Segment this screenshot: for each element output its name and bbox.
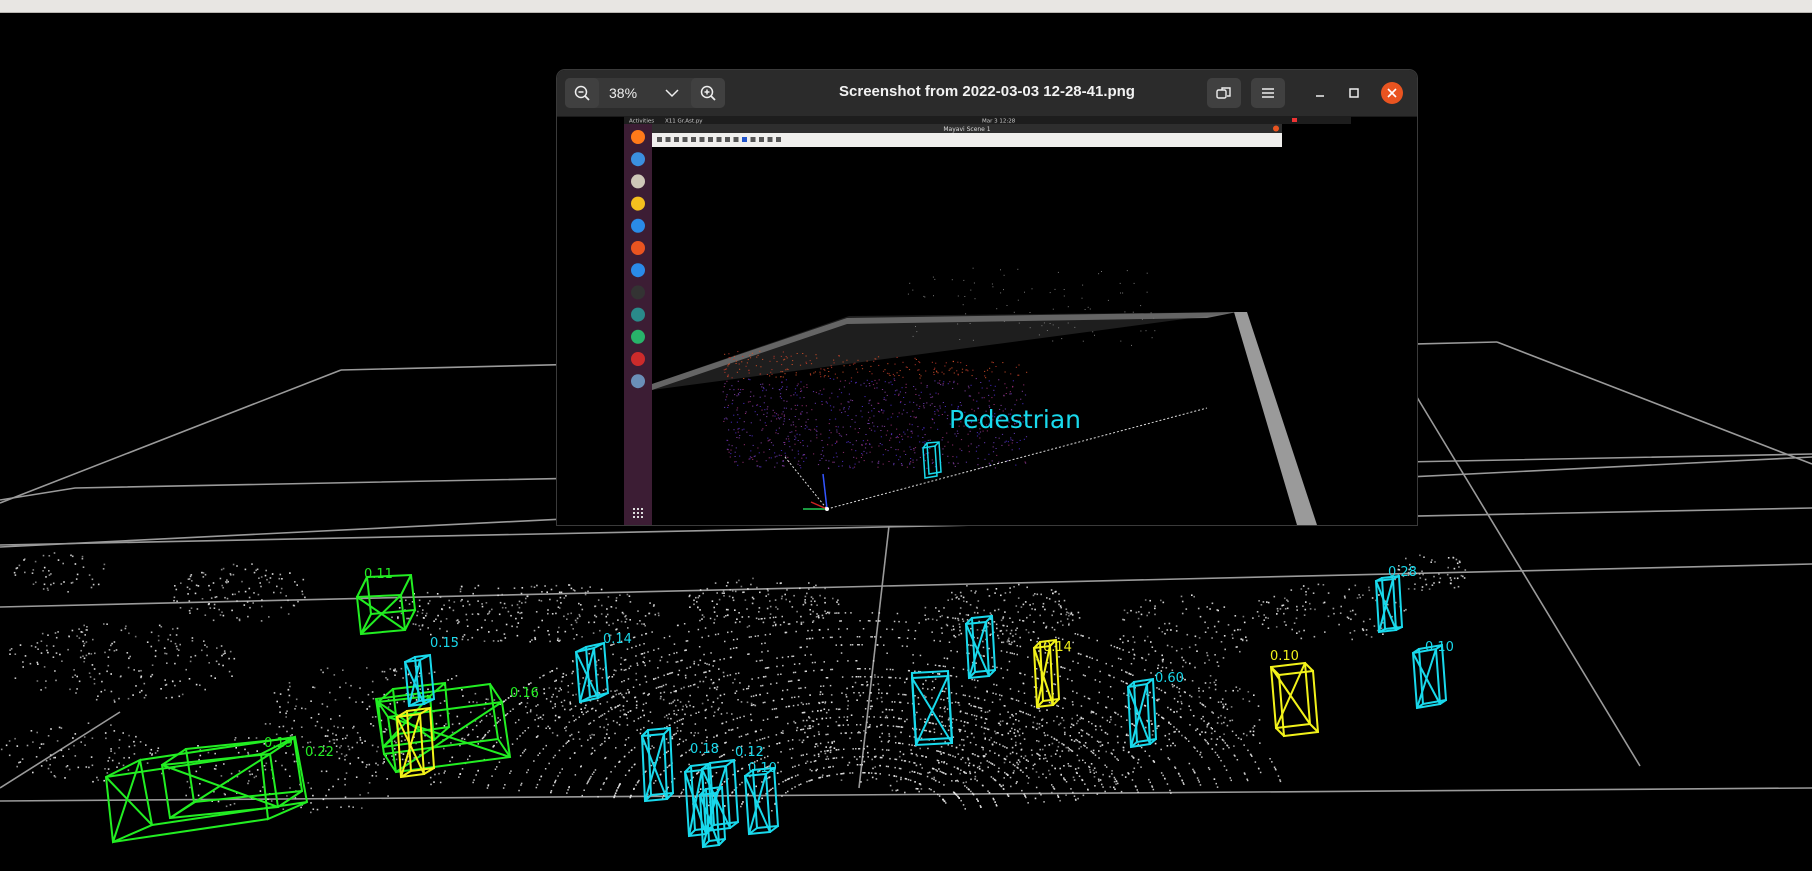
detection-box-green [104, 735, 309, 844]
inner-tool-icon [665, 137, 671, 142]
maximize-button[interactable] [1341, 78, 1367, 108]
detection-boxes [104, 573, 1448, 849]
rotate-icon [1216, 87, 1231, 99]
app-icon [631, 352, 645, 366]
detection-box [964, 614, 997, 680]
inner-show-apps-icon [633, 508, 643, 518]
files-icon [631, 174, 645, 189]
image-viewer-icon [631, 374, 645, 389]
detection-score-label: 0.11 [364, 567, 393, 582]
settings-icon [631, 307, 645, 322]
detection-score-label: 0.15 [430, 636, 459, 651]
sync-icon [631, 329, 645, 344]
detection-score-label: 0.18 [690, 742, 719, 757]
detection-score-label: 0.14 [1043, 640, 1072, 655]
inner-pedestrian-label: Pedestrian [949, 405, 1081, 434]
firefox-icon [631, 130, 645, 144]
hamburger-icon [1262, 88, 1274, 98]
detection-box-yellow [1269, 661, 1320, 738]
inner-record-icon [1292, 118, 1297, 122]
inner-tool-icon [682, 137, 688, 142]
inner-tool-icon [742, 137, 747, 142]
inner-tool-icon [716, 137, 722, 142]
displayed-screenshot: Activities X11 Gr.Ast.py Mar 3 12:28 May… [624, 116, 1351, 525]
inner-clock: Mar 3 12:28 [982, 119, 1016, 125]
detection-box-cyan [640, 726, 675, 803]
close-icon [1387, 88, 1397, 98]
detection-score-label: 0.10 [1425, 640, 1454, 655]
image-viewer-window[interactable]: 38% Screenshot from 2022-03-03 12-28-41.… [557, 70, 1417, 525]
maximize-icon [1349, 88, 1359, 98]
detection-score-label: 0.19 [264, 736, 293, 751]
inner-tool-icon [691, 137, 696, 142]
detection-score-label: 0.60 [1155, 671, 1184, 686]
detection-score-label: 0.16 [510, 686, 539, 701]
detection-box-cyan [743, 766, 780, 836]
viewer-title: Screenshot from 2022-03-03 12-28-41.png [839, 83, 1135, 100]
rotate-button[interactable] [1207, 78, 1241, 108]
thunderbird-icon [631, 152, 645, 167]
rhythmbox-icon [631, 196, 645, 211]
inner-activities: Activities [629, 119, 654, 125]
detection-score-label: 0.14 [603, 632, 632, 647]
minimize-button[interactable] [1307, 78, 1333, 108]
inner-toolbar-icons [657, 137, 781, 142]
inner-close-icon [1273, 125, 1279, 132]
inner-app-name: X11 Gr.Ast.py [665, 119, 703, 125]
detection-score-label: 0.22 [305, 745, 334, 760]
detection-score-label: 0.10 [748, 761, 777, 776]
detection-box-green [355, 573, 417, 636]
inner-tool-icon [708, 137, 713, 142]
detection-box-cyan [1374, 574, 1404, 634]
inner-tool-icon [699, 137, 705, 142]
inner-tool-icon [767, 137, 773, 142]
inner-tool-icon [657, 137, 662, 142]
menu-button[interactable] [1251, 78, 1285, 108]
detection-box-cyan [1126, 677, 1158, 749]
inner-tool-icon [725, 137, 730, 142]
help-icon [631, 263, 645, 278]
writer-icon [631, 218, 645, 233]
detection-score-label: 0.10 [1270, 649, 1299, 664]
detection-box-cyan [574, 641, 610, 704]
inner-window-title: Mayavi Scene 1 [943, 126, 990, 133]
detection-score-label: 0.28 [1388, 565, 1417, 580]
minimize-icon [1316, 95, 1324, 97]
inner-tool-icon [776, 137, 781, 142]
inner-tool-icon [750, 137, 756, 142]
inner-tool-icon [759, 137, 764, 142]
software-icon [631, 241, 645, 255]
inner-tool-icon [674, 137, 679, 142]
terminal-icon [631, 285, 645, 300]
viewer-headerbar: 38% Screenshot from 2022-03-03 12-28-41.… [557, 70, 1417, 117]
detection-score-label: 0.12 [735, 745, 764, 760]
close-button[interactable] [1381, 82, 1403, 104]
lidar-points [0, 552, 1467, 814]
inner-tool-icon [733, 137, 739, 142]
